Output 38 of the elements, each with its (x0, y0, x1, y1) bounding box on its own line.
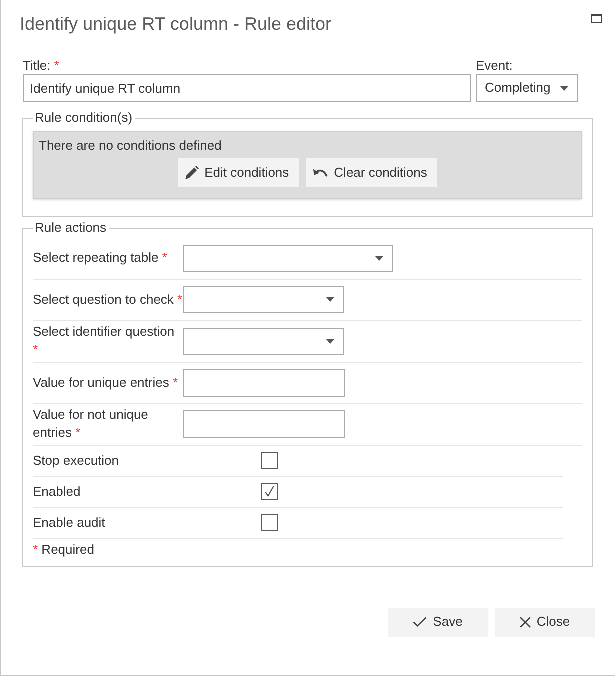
title-input[interactable]: Identify unique RT column (23, 74, 471, 102)
section-legend: Rule actions (33, 220, 109, 236)
undo-icon (313, 168, 328, 178)
dropdown[interactable] (183, 328, 344, 355)
save-button[interactable]: Save (388, 608, 488, 636)
field-label: Select question to check * (33, 292, 183, 307)
required-note: * Required (33, 542, 94, 556)
close-button[interactable]: Close (495, 608, 595, 636)
field-label: Enable audit (33, 514, 106, 530)
checkbox[interactable] (261, 483, 278, 500)
field-label: Value for not unique entries * (33, 407, 148, 440)
caret-icon (375, 256, 384, 261)
close-icon (520, 616, 531, 628)
field-label: Select repeating table * (33, 250, 168, 266)
check-icon (413, 617, 428, 627)
text-input[interactable] (183, 368, 345, 397)
checkbox[interactable] (261, 514, 278, 531)
caret-icon (326, 338, 335, 344)
caret-icon (326, 297, 335, 302)
field-label: Select identifier question * (33, 324, 175, 358)
empty-message: There are no conditions defined (39, 137, 223, 155)
section-legend: Rule condition(s) (33, 110, 135, 126)
field-label: Enabled (33, 484, 81, 498)
window-title: Identify unique RT column - Rule editor (20, 13, 332, 36)
field-label: Event: (476, 58, 513, 73)
dropdown[interactable] (183, 286, 344, 314)
text-input[interactable] (183, 410, 345, 438)
pencil-icon (184, 166, 199, 180)
field-label: Title: * (23, 58, 60, 73)
maximize-icon[interactable] (591, 14, 602, 23)
edit-conditions-button[interactable]: Edit conditions (178, 158, 300, 187)
dropdown[interactable] (183, 244, 393, 272)
field-label: Value for unique entries * (33, 374, 178, 390)
checkbox[interactable] (261, 452, 278, 469)
caret-icon (560, 86, 569, 90)
event-dropdown[interactable]: Completing (476, 74, 578, 102)
field-label: Stop execution (33, 452, 120, 468)
clear-conditions-button[interactable]: Clear conditions (306, 158, 438, 187)
